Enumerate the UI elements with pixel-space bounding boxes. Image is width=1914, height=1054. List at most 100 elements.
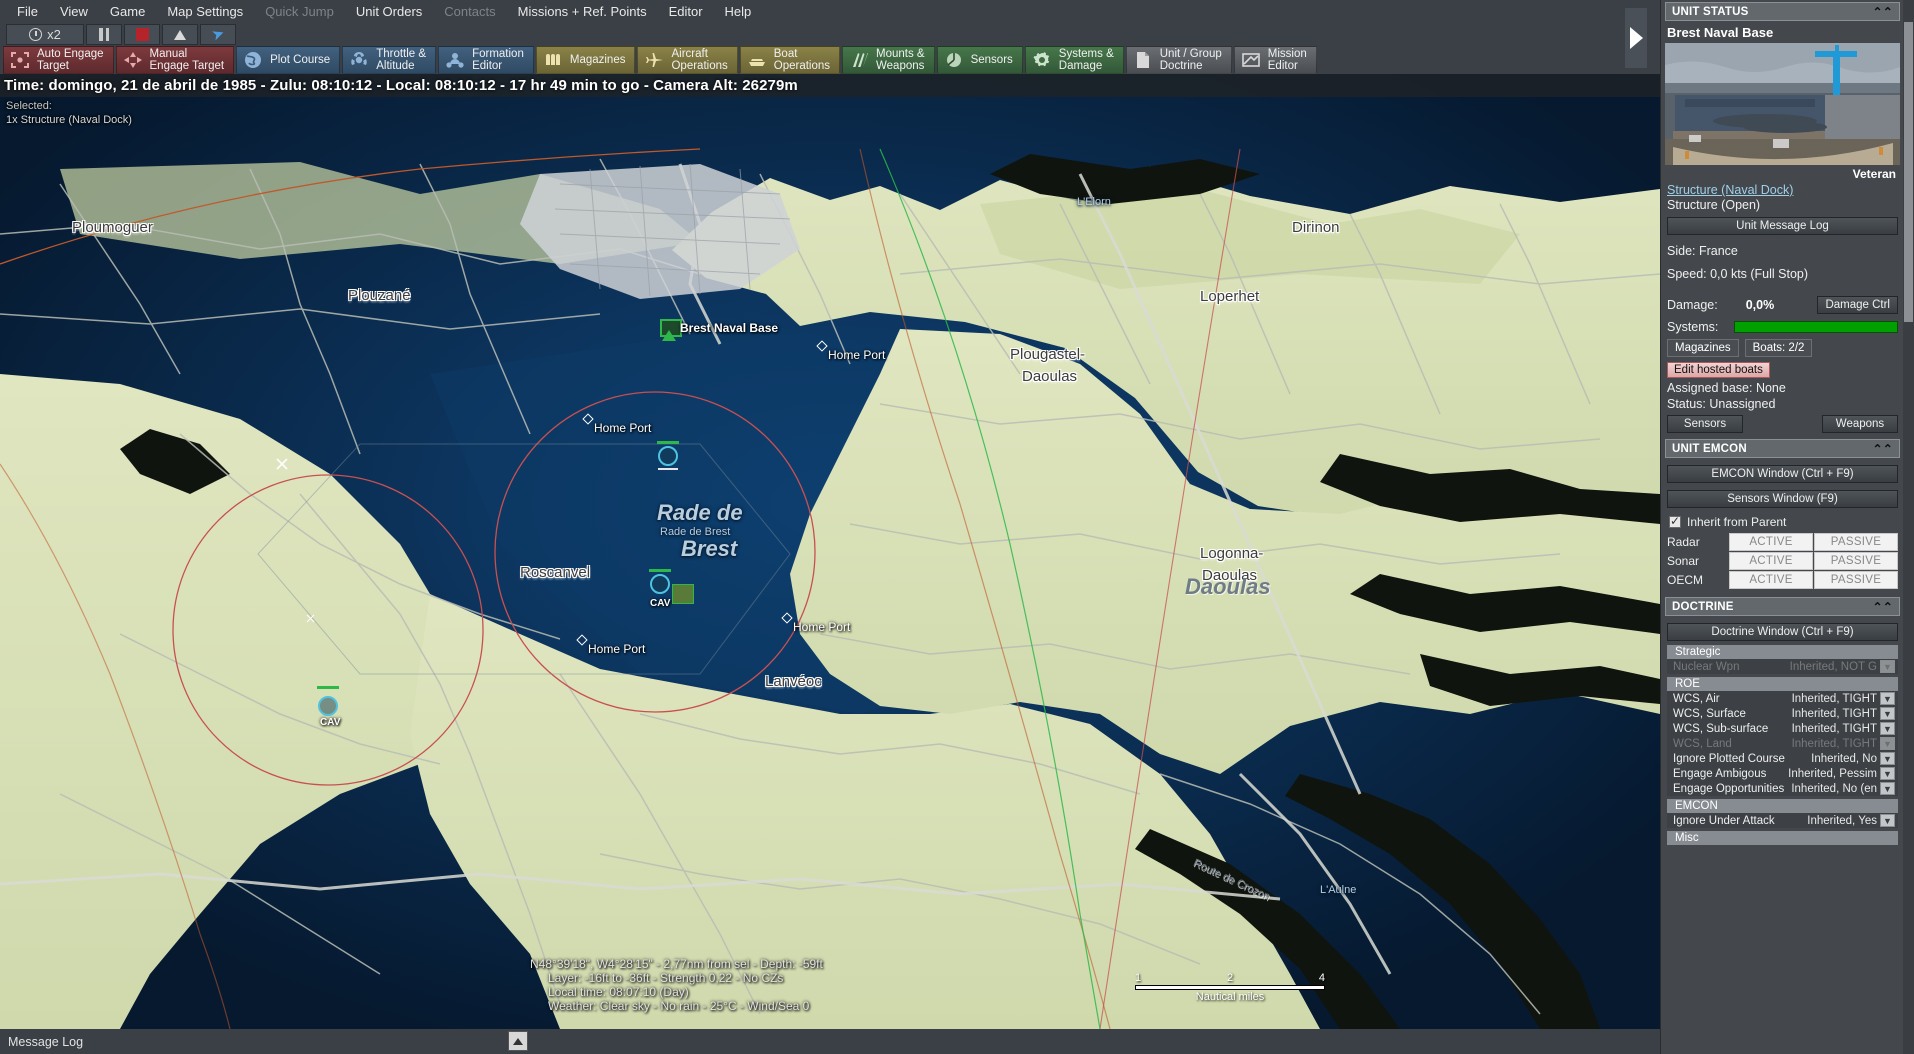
menu-help[interactable]: Help — [714, 2, 763, 21]
weapons-panel-button[interactable]: Weapons — [1822, 415, 1898, 433]
unit-emcon-section-header[interactable]: UNIT EMCON ⌃⌃ — [1665, 439, 1900, 458]
chevron-up-icon[interactable]: ⌃⌃ — [1872, 5, 1893, 19]
aircraft-operations-label: Aircraft Operations — [671, 48, 727, 72]
chevron-down-icon[interactable]: ▼ — [1880, 814, 1895, 827]
emcon-window-button[interactable]: EMCON Window (Ctrl + F9) — [1667, 465, 1898, 483]
chevron-down-icon[interactable]: ▼ — [1880, 752, 1895, 765]
mounts-weapons-button[interactable]: Mounts & Weapons — [842, 46, 935, 74]
menu-game[interactable]: Game — [99, 2, 156, 21]
scale-caption: Nautical miles — [1135, 991, 1325, 1003]
chevron-down-icon[interactable]: ▼ — [1880, 722, 1895, 735]
menu-view[interactable]: View — [49, 2, 99, 21]
radar-passive-button[interactable]: PASSIVE — [1814, 533, 1898, 551]
sonar-active-button[interactable]: ACTIVE — [1729, 552, 1813, 570]
stop-button[interactable] — [124, 24, 160, 45]
chevron-down-icon[interactable]: ▼ — [1880, 707, 1895, 720]
map-cursor-info: N48°39'18", W4°28'15" - 2,77nm from sel … — [530, 957, 823, 1013]
chevron-down-icon[interactable]: ▼ — [1880, 737, 1895, 750]
emcon-row-radar: Radar ACTIVE PASSIVE — [1667, 533, 1898, 551]
doctrine-group-title: EMCON — [1667, 799, 1898, 813]
jump-button[interactable]: ➤ — [200, 24, 236, 45]
doctrine-row-wcs-sub-surface[interactable]: WCS, Sub-surface Inherited, TIGHT ▼ — [1667, 721, 1898, 736]
unit-type-link[interactable]: Structure (Naval Dock) — [1661, 183, 1904, 197]
crosshair-icon — [9, 50, 31, 70]
message-log-bar[interactable]: Message Log — [0, 1029, 1660, 1054]
throttle-altitude-button[interactable]: Throttle & Altitude — [342, 46, 436, 74]
doctrine-row-wcs-air[interactable]: WCS, Air Inherited, TIGHT ▼ — [1667, 691, 1898, 706]
unit-heading-bar — [317, 686, 339, 689]
ramp-button[interactable] — [162, 24, 198, 45]
systems-damage-button[interactable]: Systems & Damage — [1025, 46, 1124, 74]
chevron-down-icon[interactable]: ▼ — [1880, 767, 1895, 780]
inherit-from-parent-checkbox[interactable] — [1669, 516, 1681, 528]
unit-assignment-status: Status: Unassigned — [1661, 396, 1904, 412]
unit-group-doctrine-button[interactable]: Unit / Group Doctrine — [1126, 46, 1232, 74]
doctrine-row-value: Inherited, Yes — [1807, 815, 1877, 827]
boat-operations-button[interactable]: Boat Operations — [740, 46, 840, 74]
unit-marker-ship[interactable] — [318, 696, 338, 716]
inherit-from-parent-row[interactable]: Inherit from Parent — [1661, 512, 1904, 532]
unit-selection-triangle — [662, 330, 676, 341]
radar-active-button[interactable]: ACTIVE — [1729, 533, 1813, 551]
formation-editor-button[interactable]: Formation Editor — [438, 46, 534, 74]
auto-engage-target-button[interactable]: Auto Engage Target — [3, 46, 114, 74]
unit-type-sub: Structure (Open) — [1661, 197, 1904, 213]
arrow-icon: ➤ — [210, 25, 227, 43]
doctrine-row-wcs-surface[interactable]: WCS, Surface Inherited, TIGHT ▼ — [1667, 706, 1898, 721]
oecm-passive-button[interactable]: PASSIVE — [1814, 571, 1898, 589]
magazines-button[interactable]: Magazines — [536, 46, 636, 74]
formation-editor-label: Formation Editor — [472, 48, 524, 72]
unit-marker-airfield[interactable] — [672, 584, 694, 604]
time-compression-button[interactable]: x2 — [6, 24, 84, 45]
pause-button[interactable] — [86, 24, 122, 45]
unit-experience-badge: Veteran — [1661, 165, 1904, 183]
sensors-panel-button[interactable]: Sensors — [1667, 415, 1743, 433]
magazines-button[interactable]: Magazines — [1667, 339, 1739, 357]
menu-unit-orders[interactable]: Unit Orders — [345, 2, 433, 21]
chevron-down-icon[interactable]: ▼ — [1880, 660, 1895, 673]
doctrine-row-wcs-land[interactable]: WCS, Land Inherited, TIGHT ▼ — [1667, 736, 1898, 751]
edit-hosted-boats-button[interactable]: Edit hosted boats — [1667, 362, 1770, 378]
unit-status-section-header[interactable]: UNIT STATUS ⌃⌃ — [1665, 2, 1900, 21]
auto-engage-target-label: Auto Engage Target — [37, 48, 104, 72]
menu-editor[interactable]: Editor — [658, 2, 714, 21]
sonar-passive-button[interactable]: PASSIVE — [1814, 552, 1898, 570]
doctrine-section-header[interactable]: DOCTRINE ⌃⌃ — [1665, 597, 1900, 616]
unit-underline — [658, 468, 678, 470]
collapse-toolbar-button[interactable] — [1625, 8, 1647, 68]
menu-quick-jump: Quick Jump — [254, 2, 345, 21]
doctrine-window-button[interactable]: Doctrine Window (Ctrl + F9) — [1667, 623, 1898, 641]
right-panel-scrollbar[interactable] — [1903, 0, 1914, 1054]
plot-course-button[interactable]: Plot Course — [236, 46, 340, 74]
aircraft-operations-button[interactable]: Aircraft Operations — [637, 46, 737, 74]
unit-message-log-button[interactable]: Unit Message Log — [1667, 217, 1898, 235]
expand-message-log-button[interactable] — [508, 1031, 528, 1051]
menu-contacts: Contacts — [433, 2, 506, 21]
time-compression-value: x2 — [47, 27, 61, 42]
menu-map-settings[interactable]: Map Settings — [156, 2, 254, 21]
damage-control-button[interactable]: Damage Ctrl — [1817, 296, 1898, 314]
sensors-button[interactable]: Sensors — [937, 46, 1023, 74]
mission-editor-button[interactable]: Mission Editor — [1234, 46, 1317, 74]
doctrine-row-nuclear-wpn[interactable]: Nuclear Wpn Inherited, NOT G ▼ — [1667, 659, 1898, 674]
tactical-map[interactable]: Time: domingo, 21 de abril de 1985 - Zul… — [0, 74, 1660, 1029]
menu-missions-ref-points[interactable]: Missions + Ref. Points — [507, 2, 658, 21]
oecm-active-button[interactable]: ACTIVE — [1729, 571, 1813, 589]
chevron-up-icon[interactable]: ⌃⌃ — [1872, 442, 1893, 456]
missiles-icon — [848, 50, 870, 70]
doctrine-row-ignore-under-attack[interactable]: Ignore Under Attack Inherited, Yes ▼ — [1667, 813, 1898, 828]
chevron-down-icon[interactable]: ▼ — [1880, 692, 1895, 705]
right-panel-scrollbar-thumb[interactable] — [1904, 22, 1913, 322]
doctrine-row-engage-ambigous[interactable]: Engage Ambigous Inherited, Pessim ▼ — [1667, 766, 1898, 781]
unit-marker-ship[interactable] — [650, 574, 670, 594]
doctrine-row-engage-opportunities[interactable]: Engage Opportunities Inherited, No (en ▼ — [1667, 781, 1898, 796]
boats-button[interactable]: Boats: 2/2 — [1745, 339, 1813, 357]
doctrine-row-ignore-plotted-course[interactable]: Ignore Plotted Course Inherited, No ▼ — [1667, 751, 1898, 766]
doctrine-group-strategic: Strategic Nuclear Wpn Inherited, NOT G ▼ — [1667, 645, 1898, 674]
menu-file[interactable]: File — [6, 2, 49, 21]
unit-marker-ship[interactable] — [658, 446, 678, 466]
manual-engage-target-button[interactable]: Manual Engage Target — [116, 46, 235, 74]
chevron-down-icon[interactable]: ▼ — [1880, 782, 1895, 795]
sensors-window-button[interactable]: Sensors Window (F9) — [1667, 490, 1898, 508]
chevron-up-icon[interactable]: ⌃⌃ — [1872, 600, 1893, 614]
